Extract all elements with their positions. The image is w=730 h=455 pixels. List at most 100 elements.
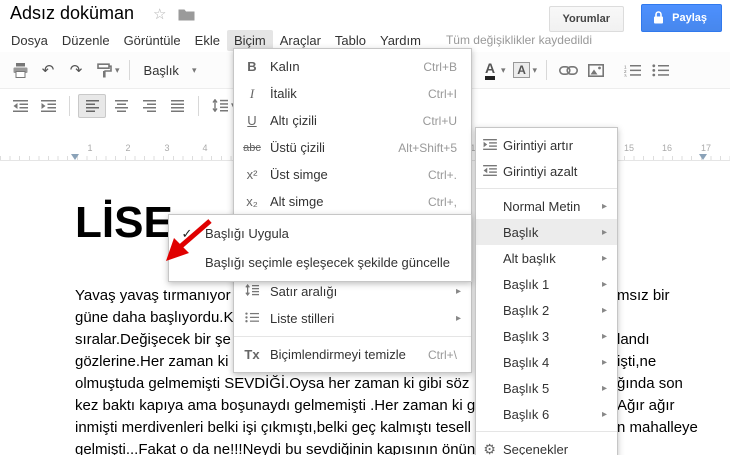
undo-icon[interactable]: ↶: [35, 58, 61, 82]
align-left-icon[interactable]: [78, 93, 106, 118]
subscript-icon: x₂: [246, 194, 258, 209]
clear-formatting-icon: Tx: [244, 347, 260, 362]
menu-item-strikethrough[interactable]: abc Üstü çizili Alt+Shift+5: [234, 134, 471, 161]
menu-ekle[interactable]: Ekle: [188, 30, 227, 51]
ruler-number: 2: [125, 143, 131, 153]
list-styles-icon: [234, 311, 270, 326]
menu-item-italic[interactable]: I İtalik Ctrl+I: [234, 80, 471, 107]
svg-text:3: 3: [624, 73, 627, 77]
chevron-down-icon[interactable]: ▾: [533, 65, 538, 76]
indent-decrease-icon: [476, 163, 503, 179]
menu-item-title[interactable]: Başlık ▸: [476, 219, 617, 245]
paragraph-style-dropdown[interactable]: Başlık ▾: [137, 61, 206, 80]
menu-item-heading-3[interactable]: Başlık 3 ▸: [476, 323, 617, 349]
highlight-color-icon[interactable]: A: [509, 58, 535, 82]
update-title-label: Başlığı seçimle eşleşecek şekilde güncel…: [205, 255, 450, 270]
lock-icon: [654, 11, 664, 24]
submenu-arrow-icon: ▸: [601, 408, 607, 420]
strikethrough-icon: abc: [243, 141, 261, 154]
toolbar-separator: [128, 60, 130, 80]
toolbar-separator: [198, 95, 199, 116]
format-menu: B Kalın Ctrl+B I İtalik Ctrl+I U Altı çi…: [233, 48, 472, 373]
print-icon[interactable]: [7, 58, 33, 82]
insert-link-icon[interactable]: [555, 58, 581, 82]
toolbar-separator: [546, 60, 548, 80]
menu-item-normal-text[interactable]: Normal Metin ▸: [476, 193, 617, 219]
menu-item-update-title[interactable]: Başlığı seçimle eşleşecek şekilde güncel…: [169, 248, 471, 277]
toolbar-separator: [69, 95, 70, 116]
chevron-down-icon: ▾: [191, 64, 197, 75]
submenu-arrow-icon: ▸: [601, 356, 607, 368]
insert-image-icon[interactable]: [583, 58, 609, 82]
indent-decrease-icon[interactable]: [7, 94, 33, 118]
folder-icon[interactable]: [178, 8, 195, 26]
submenu-arrow-icon: ▸: [601, 330, 607, 342]
submenu-arrow-icon: ▸: [601, 304, 607, 316]
menu-item-heading-2[interactable]: Başlık 2 ▸: [476, 297, 617, 323]
menu-separator: [476, 431, 617, 432]
menu-item-clear-formatting[interactable]: Tx Biçimlendirmeyi temizle Ctrl+\: [234, 341, 471, 368]
paragraph-styles-submenu: Girintiyi artır Girintiyi azalt Normal M…: [475, 127, 618, 455]
line-spacing-icon[interactable]: [207, 94, 233, 118]
submenu-arrow-icon: ▸: [455, 313, 461, 324]
menu-item-heading-6[interactable]: Başlık 6 ▸: [476, 401, 617, 427]
menu-item-line-spacing[interactable]: Satır aralığı ▸: [234, 278, 471, 305]
indent-marker-right[interactable]: [699, 154, 707, 160]
menu-item-underline[interactable]: U Altı çizili Ctrl+U: [234, 107, 471, 134]
save-status: Tüm değişiklikler kaydedildi: [445, 33, 592, 47]
bulleted-list-icon[interactable]: [647, 58, 673, 82]
submenu-arrow-icon: ▸: [601, 200, 607, 212]
chevron-down-icon[interactable]: ▾: [501, 65, 506, 76]
align-center-icon[interactable]: [108, 94, 134, 118]
check-icon: ✓: [181, 225, 193, 241]
menu-item-superscript[interactable]: x² Üst simge Ctrl+.: [234, 161, 471, 188]
menu-item-subscript[interactable]: x₂ Alt simge Ctrl+,: [234, 188, 471, 215]
ruler-number: 3: [164, 143, 170, 153]
line-spacing-icon: [234, 283, 270, 299]
ruler-number: 15: [623, 143, 635, 153]
submenu-arrow-icon: ▸: [601, 278, 607, 290]
text-color-icon[interactable]: A: [477, 58, 503, 82]
share-button[interactable]: Paylaş: [641, 4, 722, 32]
paragraph-style-value: Başlık: [143, 62, 179, 78]
paint-format-icon[interactable]: [91, 58, 117, 82]
toolbar-right-cluster: A ▾ A ▾ 123: [476, 58, 674, 82]
menu-duzenle[interactable]: Düzenle: [55, 30, 117, 51]
document-heading[interactable]: LİSE: [75, 198, 173, 248]
menu-goruntule[interactable]: Görüntüle: [117, 30, 188, 51]
align-right-icon[interactable]: [136, 94, 162, 118]
menu-item-options[interactable]: ⚙ Seçenekler: [476, 436, 617, 455]
redo-icon[interactable]: ↷: [63, 58, 89, 82]
comments-button[interactable]: Yorumlar: [548, 6, 624, 32]
star-icon[interactable]: ☆: [153, 5, 166, 23]
indent-increase-icon: [476, 137, 503, 153]
submenu-arrow-icon: ▸: [601, 226, 607, 238]
superscript-icon: x²: [246, 167, 258, 182]
indent-marker-left[interactable]: [71, 154, 79, 160]
menu-separator: [476, 188, 617, 189]
chevron-down-icon[interactable]: ▾: [115, 65, 120, 76]
ruler-number: 17: [700, 143, 712, 153]
menu-dosya[interactable]: Dosya: [4, 30, 55, 51]
italic-icon: I: [249, 85, 255, 101]
menu-separator: [234, 336, 471, 337]
submenu-arrow-icon: ▸: [601, 252, 607, 264]
indent-increase-icon[interactable]: [35, 94, 61, 118]
underline-icon: U: [247, 113, 257, 128]
apply-title-label: Başlığı Uygula: [205, 226, 289, 241]
ruler-number: 1: [87, 143, 93, 153]
numbered-list-icon[interactable]: 123: [619, 58, 645, 82]
google-docs-window: Adsız doküman ☆ Yorumlar Paylaş Dosya Dü…: [0, 0, 730, 455]
menu-item-heading-1[interactable]: Başlık 1 ▸: [476, 271, 617, 297]
menu-item-heading-5[interactable]: Başlık 5 ▸: [476, 375, 617, 401]
menu-item-increase-indent[interactable]: Girintiyi artır: [476, 132, 617, 158]
menu-item-list-styles[interactable]: Liste stilleri ▸: [234, 305, 471, 332]
menu-item-bold[interactable]: B Kalın Ctrl+B: [234, 53, 471, 80]
menu-item-apply-title[interactable]: ✓ Başlığı Uygula: [169, 219, 471, 248]
menu-item-subtitle[interactable]: Alt başlık ▸: [476, 245, 617, 271]
share-button-label: Paylaş: [672, 12, 707, 24]
align-justify-icon[interactable]: [164, 94, 190, 118]
menu-item-heading-4[interactable]: Başlık 4 ▸: [476, 349, 617, 375]
menu-item-decrease-indent[interactable]: Girintiyi azalt: [476, 158, 617, 184]
document-title[interactable]: Adsız doküman: [10, 3, 134, 24]
